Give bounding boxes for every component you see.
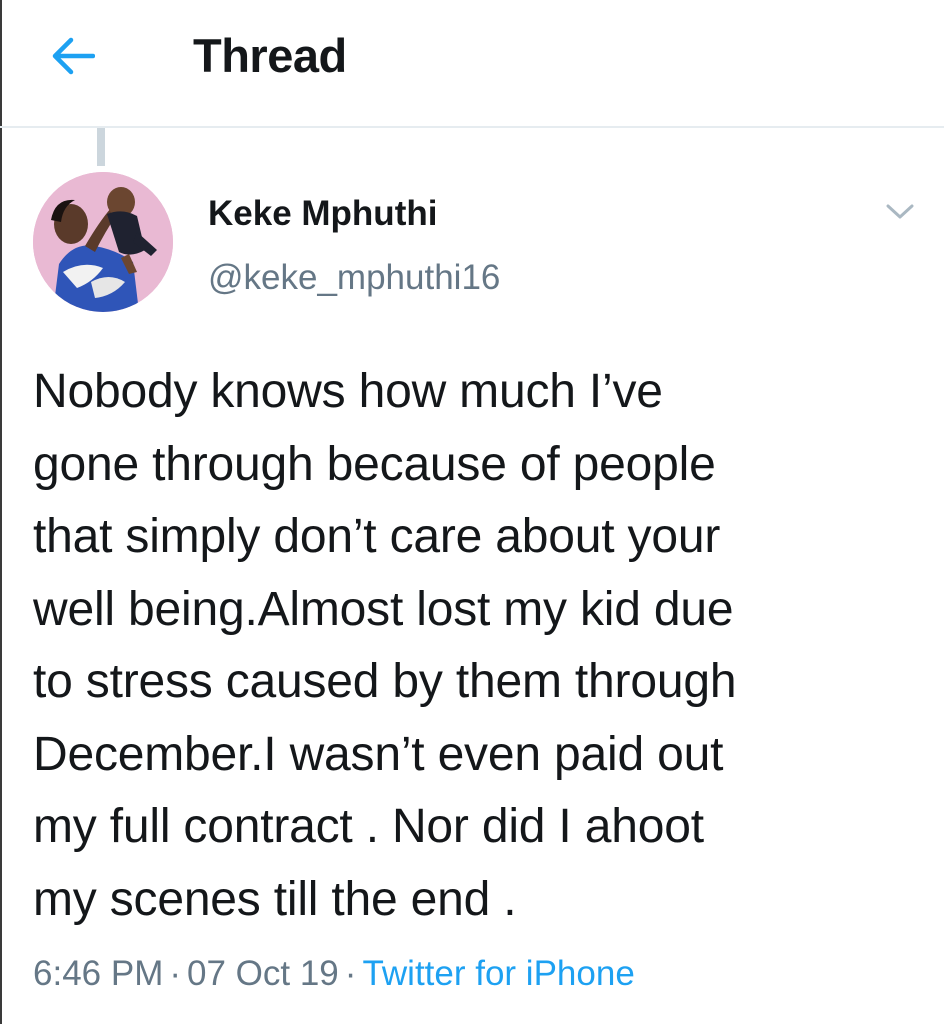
arrow-left-icon: [52, 37, 95, 75]
meta-separator: ·: [169, 954, 182, 993]
profile-photo: [33, 172, 173, 312]
author-handle[interactable]: @keke_mphuthi16: [208, 256, 500, 300]
chevron-down-icon: [886, 204, 914, 219]
thread-connector-line: [97, 128, 105, 166]
author-name[interactable]: Keke Mphuthi: [208, 192, 437, 236]
page-title: Thread: [193, 29, 347, 82]
tweet-meta: 6:46 PM · 07 Oct 19 · Twitter for iPhone: [33, 950, 635, 998]
tweet-menu-button[interactable]: [880, 196, 920, 228]
avatar[interactable]: [33, 172, 173, 312]
back-button[interactable]: [44, 28, 100, 84]
top-bar: Thread: [0, 0, 944, 128]
tweet-text: Nobody knows how much I’ve gone through …: [33, 365, 737, 926]
window-edge: [0, 0, 2, 1024]
meta-separator: ·: [344, 954, 357, 993]
tweet-source-link[interactable]: Twitter for iPhone: [362, 954, 634, 993]
tweet-date: 07 Oct 19: [187, 954, 339, 993]
thread-screen: Thread Keke Mphuthi @keke_mphuthi16 Nobo…: [0, 0, 944, 1024]
tweet-time: 6:46 PM: [33, 954, 164, 993]
